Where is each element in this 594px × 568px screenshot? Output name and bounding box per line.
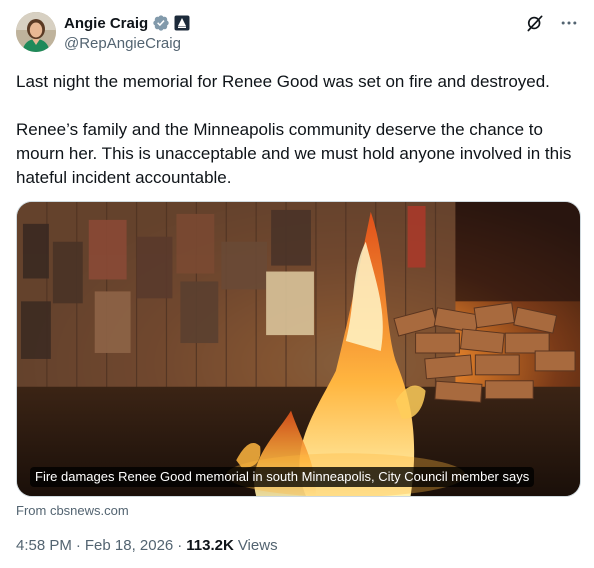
- more-icon[interactable]: [558, 12, 580, 34]
- author-handle[interactable]: @RepAngieCraig: [64, 35, 181, 52]
- views-count[interactable]: 113.2K: [186, 537, 234, 554]
- separator: ·: [177, 537, 183, 554]
- post-meta: 4:58 PM · Feb 18, 2026 · 113.2K Views: [16, 537, 278, 554]
- fire-photo: [17, 202, 580, 496]
- post-actions-top: [524, 12, 580, 34]
- author-name-row: Angie Craig: [64, 13, 190, 33]
- post-text: Last night the memorial for Renee Good w…: [16, 70, 576, 190]
- media-card[interactable]: Fire damages Renee Good memorial in sout…: [16, 201, 581, 497]
- post-paragraph: Renee’s family and the Minneapolis commu…: [16, 120, 572, 187]
- media-source[interactable]: From cbsnews.com: [16, 503, 129, 518]
- post-time[interactable]: 4:58 PM: [16, 537, 72, 554]
- grok-icon[interactable]: [524, 12, 546, 34]
- post-paragraph: Last night the memorial for Renee Good w…: [16, 72, 550, 91]
- verified-badge-icon[interactable]: [152, 14, 170, 32]
- avatar[interactable]: [16, 12, 56, 52]
- views-label: Views: [237, 537, 278, 554]
- post: Angie Craig @RepAngieCraig Last night th…: [0, 0, 594, 568]
- avatar-image: [16, 12, 56, 52]
- media-caption: Fire damages Renee Good memorial in sout…: [30, 467, 535, 487]
- post-date[interactable]: Feb 18, 2026: [85, 537, 173, 554]
- author-name[interactable]: Angie Craig: [64, 15, 148, 32]
- separator: ·: [75, 537, 81, 554]
- government-badge-icon[interactable]: [174, 15, 190, 31]
